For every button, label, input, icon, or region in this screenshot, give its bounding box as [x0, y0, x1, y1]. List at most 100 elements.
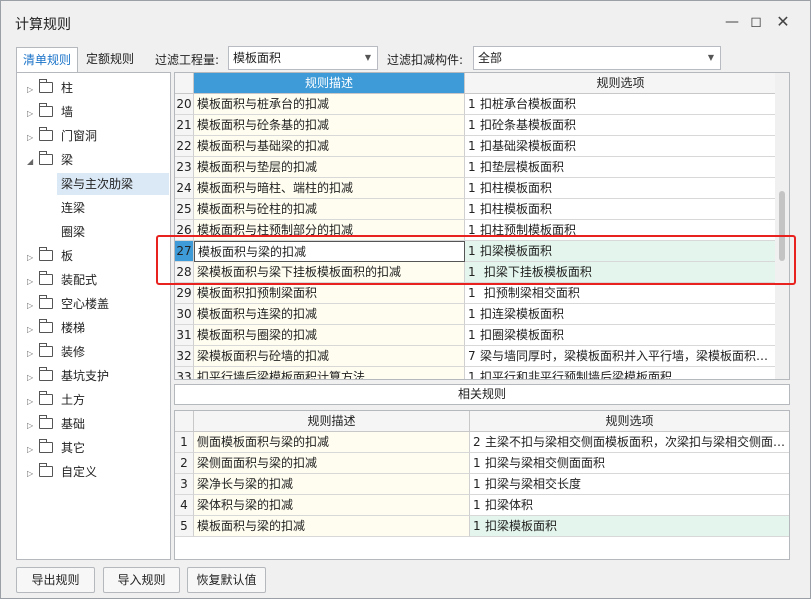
- tab-quota-rules[interactable]: 定额规则: [80, 47, 140, 73]
- rule-option-cell[interactable]: 1 扣平行和非平行预制墙后梁模板面积: [465, 367, 777, 379]
- rule-option-cell[interactable]: 1 扣预制梁相交面积: [465, 283, 777, 304]
- header-rule-desc[interactable]: 规则描述: [194, 411, 470, 432]
- filter-quantity-select[interactable]: 模板面积 ▼: [228, 46, 378, 70]
- rule-option-cell[interactable]: 1 扣桩承台模板面积: [465, 94, 777, 115]
- table-row[interactable]: 32 梁模板面积与砼墙的扣减 7 梁与墙同厚时，梁模板面积并入平行墙，梁模板面积…: [175, 346, 777, 367]
- chevron-right-icon[interactable]: ▷: [27, 295, 39, 317]
- rule-option-cell[interactable]: 1 扣基础梁模板面积: [465, 136, 777, 157]
- rule-option-cell[interactable]: 2 主梁不扣与梁相交侧面模板面积，次梁扣与梁相交侧面…: [470, 432, 789, 453]
- chevron-right-icon[interactable]: ▷: [27, 367, 39, 389]
- header-rule-option[interactable]: 规则选项: [465, 73, 777, 94]
- export-rules-button[interactable]: 导出规则: [16, 567, 95, 593]
- filter-component-select[interactable]: 全部 ▼: [473, 46, 721, 70]
- tree-child-item[interactable]: 梁与主次肋梁: [57, 173, 169, 195]
- table-row[interactable]: 33 扣平行墙后梁模板面积计算方法 1 扣平行和非平行预制墙后梁模板面积: [175, 367, 777, 379]
- rule-option-cell[interactable]: 1 扣梁模板面积: [470, 516, 789, 537]
- chevron-right-icon[interactable]: ▷: [27, 79, 39, 101]
- table-row[interactable]: 29 模板面积扣预制梁面积 1 扣预制梁相交面积: [175, 283, 777, 304]
- tree-folder-item[interactable]: ▷ 基坑支护: [27, 365, 109, 387]
- tree-folder-item[interactable]: ▷ 板: [27, 245, 73, 267]
- table-row[interactable]: 25 模板面积与砼柱的扣减 1 扣柱模板面积: [175, 199, 777, 220]
- table-row[interactable]: 31 模板面积与圈梁的扣减 1 扣圈梁模板面积: [175, 325, 777, 346]
- tree-folder-item[interactable]: ▷ 土方: [27, 389, 85, 411]
- rule-option-cell[interactable]: 1 扣梁下挂板模板面积: [465, 262, 777, 283]
- rule-option-cell[interactable]: 1 扣砼条基模板面积: [465, 115, 777, 136]
- rule-desc-cell[interactable]: 模板面积与梁的扣减: [194, 516, 470, 537]
- table-row[interactable]: 26 模板面积与柱预制部分的扣减 1 扣柱预制模板面积: [175, 220, 777, 241]
- rule-option-cell[interactable]: 1 扣梁体积: [470, 495, 789, 516]
- close-icon[interactable]: ✕: [774, 13, 792, 31]
- table-row[interactable]: 30 模板面积与连梁的扣减 1 扣连梁模板面积: [175, 304, 777, 325]
- import-rules-button[interactable]: 导入规则: [103, 567, 180, 593]
- rule-option-cell[interactable]: 1 扣梁模板面积: [465, 241, 777, 262]
- rule-desc-cell[interactable]: 模板面积与砼条基的扣减: [194, 115, 465, 136]
- table-row[interactable]: 22 模板面积与基础梁的扣减 1 扣基础梁模板面积: [175, 136, 777, 157]
- rule-desc-cell[interactable]: 模板面积与桩承台的扣减: [194, 94, 465, 115]
- tree-child-item[interactable]: 连梁: [57, 197, 169, 219]
- rule-desc-cell[interactable]: 梁体积与梁的扣减: [194, 495, 470, 516]
- table-row[interactable]: 20 模板面积与桩承台的扣减 1 扣桩承台模板面积: [175, 94, 777, 115]
- rule-option-cell[interactable]: 1 扣垫层模板面积: [465, 157, 777, 178]
- table-row[interactable]: 24 模板面积与暗柱、端柱的扣减 1 扣柱模板面积: [175, 178, 777, 199]
- chevron-right-icon[interactable]: ▷: [27, 247, 39, 269]
- tree-folder-item[interactable]: ▷ 空心楼盖: [27, 293, 109, 315]
- minimize-icon[interactable]: —: [723, 13, 741, 31]
- rule-desc-cell[interactable]: 模板面积与连梁的扣减: [194, 304, 465, 325]
- tree-folder-item[interactable]: ▷ 自定义: [27, 461, 97, 483]
- maximize-icon[interactable]: ◻: [747, 13, 765, 31]
- rule-option-cell[interactable]: 1 扣梁与梁相交侧面面积: [470, 453, 789, 474]
- rule-option-cell[interactable]: 1 扣柱模板面积: [465, 178, 777, 199]
- rule-desc-cell[interactable]: 模板面积与圈梁的扣减: [194, 325, 465, 346]
- rule-desc-cell[interactable]: 侧面模板面积与梁的扣减: [194, 432, 470, 453]
- table-row[interactable]: 3 梁净长与梁的扣减 1 扣梁与梁相交长度: [175, 474, 789, 495]
- rule-desc-cell[interactable]: 模板面积扣预制梁面积: [194, 283, 465, 304]
- rule-desc-cell[interactable]: 模板面积与柱预制部分的扣减: [194, 220, 465, 241]
- chevron-right-icon[interactable]: ▷: [27, 319, 39, 341]
- rule-option-cell[interactable]: 1 扣柱模板面积: [465, 199, 777, 220]
- tree-folder-item[interactable]: ▷ 楼梯: [27, 317, 85, 339]
- table-row[interactable]: 5 模板面积与梁的扣减 1 扣梁模板面积: [175, 516, 789, 537]
- tree-folder-item[interactable]: ▷ 装配式: [27, 269, 97, 291]
- vertical-scrollbar[interactable]: [775, 73, 789, 379]
- rule-desc-cell[interactable]: 模板面积与垫层的扣减: [194, 157, 465, 178]
- chevron-right-icon[interactable]: ▷: [27, 415, 39, 437]
- tree-folder-item[interactable]: ▷ 基础: [27, 413, 85, 435]
- tree-folder-item[interactable]: ◢ 梁: [27, 149, 73, 171]
- rule-desc-cell[interactable]: 梁模板面积与梁下挂板模板面积的扣减: [194, 262, 465, 283]
- chevron-right-icon[interactable]: ▷: [27, 271, 39, 293]
- rule-option-cell[interactable]: 1 扣柱预制模板面积: [465, 220, 777, 241]
- chevron-right-icon[interactable]: ▷: [27, 391, 39, 413]
- header-rule-desc[interactable]: 规则描述: [194, 73, 465, 94]
- tree-folder-item[interactable]: ▷ 门窗洞: [27, 125, 97, 147]
- rule-desc-cell[interactable]: 梁净长与梁的扣减: [194, 474, 470, 495]
- table-row[interactable]: 27 模板面积与梁的扣减 1 扣梁模板面积: [175, 241, 777, 262]
- rule-desc-cell[interactable]: 梁模板面积与砼墙的扣减: [194, 346, 465, 367]
- table-row[interactable]: 28 梁模板面积与梁下挂板模板面积的扣减 1 扣梁下挂板模板面积: [175, 262, 777, 283]
- rule-option-cell[interactable]: 7 梁与墙同厚时，梁模板面积并入平行墙，梁模板面积…: [465, 346, 777, 367]
- rule-desc-cell[interactable]: 模板面积与基础梁的扣减: [194, 136, 465, 157]
- table-row[interactable]: 23 模板面积与垫层的扣减 1 扣垫层模板面积: [175, 157, 777, 178]
- tree-folder-item[interactable]: ▷ 柱: [27, 77, 73, 99]
- tree-folder-item[interactable]: ▷ 装修: [27, 341, 85, 363]
- chevron-right-icon[interactable]: ▷: [27, 343, 39, 365]
- tree-folder-item[interactable]: ▷ 其它: [27, 437, 85, 459]
- table-row[interactable]: 4 梁体积与梁的扣减 1 扣梁体积: [175, 495, 789, 516]
- rule-option-cell[interactable]: 1 扣梁与梁相交长度: [470, 474, 789, 495]
- scrollbar-thumb[interactable]: [779, 191, 785, 261]
- chevron-right-icon[interactable]: ▷: [27, 463, 39, 485]
- header-rule-option[interactable]: 规则选项: [470, 411, 789, 432]
- table-row[interactable]: 2 梁侧面面积与梁的扣减 1 扣梁与梁相交侧面面积: [175, 453, 789, 474]
- rule-desc-cell[interactable]: 扣平行墙后梁模板面积计算方法: [194, 367, 465, 379]
- rule-desc-cell[interactable]: 梁侧面面积与梁的扣减: [194, 453, 470, 474]
- rule-option-cell[interactable]: 1 扣圈梁模板面积: [465, 325, 777, 346]
- chevron-down-icon[interactable]: ◢: [27, 151, 39, 173]
- tab-bill-rules[interactable]: 清单规则: [16, 47, 79, 73]
- restore-defaults-button[interactable]: 恢复默认值: [187, 567, 266, 593]
- chevron-right-icon[interactable]: ▷: [27, 103, 39, 125]
- tree-folder-item[interactable]: ▷ 墙: [27, 101, 73, 123]
- rule-desc-cell[interactable]: 模板面积与暗柱、端柱的扣减: [194, 178, 465, 199]
- table-row[interactable]: 21 模板面积与砼条基的扣减 1 扣砼条基模板面积: [175, 115, 777, 136]
- rule-desc-cell[interactable]: 模板面积与砼柱的扣减: [194, 199, 465, 220]
- tree-child-item[interactable]: 圈梁: [57, 221, 169, 243]
- chevron-right-icon[interactable]: ▷: [27, 127, 39, 149]
